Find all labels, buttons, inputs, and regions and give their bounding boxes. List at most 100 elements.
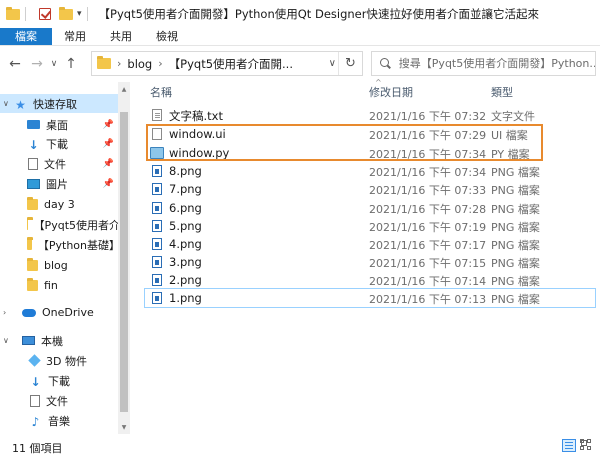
sidebar-item-pc-documents[interactable]: 文件: [0, 391, 120, 410]
breadcrumb-blog[interactable]: blog: [127, 57, 152, 71]
sidebar-scrollbar-thumb[interactable]: [120, 112, 128, 412]
column-date[interactable]: 修改日期: [369, 84, 413, 100]
sidebar-item-documents[interactable]: 文件 📌: [0, 154, 120, 173]
quick-access-dropdown-icon[interactable]: ▾: [77, 9, 82, 19]
chevron-right-icon[interactable]: ›: [158, 57, 162, 70]
grid-cell: [580, 446, 584, 450]
sidebar-item-blog[interactable]: blog: [0, 256, 120, 275]
sidebar-item-label: 3D 物件: [46, 354, 87, 368]
tab-file[interactable]: 檔案: [0, 28, 52, 45]
sidebar-item-this-pc[interactable]: ∨ 本機: [0, 331, 120, 350]
window-title: 【Pyqt5使用者介面開發】Python使用Qt Designer快速拉好使用者…: [98, 7, 539, 21]
search-box[interactable]: [371, 51, 596, 76]
tab-share[interactable]: 共用: [98, 28, 144, 45]
address-dropdown-icon[interactable]: ∨: [329, 58, 336, 69]
sidebar-item-pyqt5[interactable]: 【Pyqt5使用者介: [0, 215, 120, 234]
recent-dropdown-icon[interactable]: ∨: [48, 59, 60, 69]
pin-icon[interactable]: 📌: [103, 179, 114, 189]
sidebar-item-label: day 3: [44, 198, 75, 211]
file-row-png[interactable]: 7.png 2021/1/16 下午 07:33 PNG 檔案: [145, 180, 595, 198]
image-file-icon: [152, 183, 162, 195]
sidebar-item-label: 【Python基礎】: [37, 238, 120, 252]
documents-icon: [30, 394, 40, 407]
folder-icon: [97, 56, 111, 69]
pin-icon[interactable]: 📌: [103, 120, 114, 130]
grid-cell: [587, 446, 591, 450]
scroll-up-icon[interactable]: ▲: [120, 86, 128, 93]
pin-icon[interactable]: 📌: [103, 139, 114, 149]
highlight-box: [146, 124, 543, 161]
file-row-png[interactable]: 1.png 2021/1/16 下午 07:13 PNG 檔案: [144, 288, 596, 308]
item-count: 11 個項目: [12, 442, 63, 455]
sidebar-item-pc-downloads[interactable]: ↓ 下載: [0, 371, 120, 390]
file-row-png[interactable]: 2.png 2021/1/16 下午 07:14 PNG 檔案: [145, 271, 595, 289]
sidebar-item-onedrive[interactable]: › OneDrive: [0, 303, 120, 322]
pictures-icon: [27, 178, 40, 189]
sidebar-item-label: fin: [44, 279, 58, 292]
up-arrow-icon[interactable]: ↑: [60, 56, 82, 72]
download-icon: ↓: [28, 137, 39, 152]
column-header: 名稱 ^ 修改日期 類型: [145, 78, 595, 100]
file-type: PNG 檔案: [491, 257, 540, 270]
properties-check-icon[interactable]: [39, 8, 51, 20]
folder-icon: [27, 237, 33, 250]
back-arrow-icon[interactable]: ←: [4, 56, 26, 72]
sidebar-item-3d-objects[interactable]: 3D 物件: [0, 351, 120, 370]
sidebar-item-downloads[interactable]: ↓ 下載 📌: [0, 134, 120, 153]
file-date: 2021/1/16 下午 07:19: [369, 221, 487, 234]
chevron-down-icon[interactable]: ∨: [3, 336, 9, 345]
divider: [86, 7, 88, 21]
sidebar-item-fin[interactable]: fin: [0, 276, 120, 295]
address-bar[interactable]: › blog › 【Pyqt5使用者介面開... ∨ ↻: [91, 51, 363, 76]
file-row-png[interactable]: 3.png 2021/1/16 下午 07:15 PNG 檔案: [145, 253, 595, 271]
file-type: PNG 檔案: [491, 275, 540, 288]
sidebar-item-music[interactable]: ♪ 音樂: [0, 411, 120, 430]
tab-view[interactable]: 檢視: [144, 28, 190, 45]
sidebar-item-day3[interactable]: day 3: [0, 195, 120, 214]
sidebar-item-label: blog: [44, 259, 68, 272]
column-name[interactable]: 名稱: [150, 84, 172, 100]
image-file-icon: [152, 202, 162, 214]
sidebar-item-python[interactable]: 【Python基礎】: [0, 235, 120, 254]
scroll-down-icon[interactable]: ▼: [120, 424, 128, 431]
chevron-down-icon[interactable]: ∨: [3, 99, 9, 108]
sidebar-item-desktop[interactable]: 桌面 📌: [0, 115, 120, 134]
file-type: 文字文件: [491, 110, 535, 123]
file-name: 6.png: [169, 201, 202, 215]
sidebar-item-pictures[interactable]: 圖片 📌: [0, 174, 120, 193]
breadcrumb-current[interactable]: 【Pyqt5使用者介面開...: [169, 56, 293, 72]
chevron-right-icon[interactable]: ›: [117, 57, 121, 70]
file-name: 3.png: [169, 255, 202, 269]
chevron-right-icon[interactable]: ›: [3, 308, 6, 317]
documents-icon: [28, 157, 38, 170]
file-name: 4.png: [169, 237, 202, 251]
pin-icon[interactable]: 📌: [103, 159, 114, 169]
refresh-icon[interactable]: ↻: [338, 52, 362, 75]
title-bar: ▾ 【Pyqt5使用者介面開發】Python使用Qt Designer快速拉好使…: [0, 0, 600, 28]
large-icons-view-icon[interactable]: [580, 439, 593, 452]
file-row-txt[interactable]: 文字稿.txt 2021/1/16 下午 07:32 文字文件: [145, 106, 595, 124]
file-row-png[interactable]: 8.png 2021/1/16 下午 07:34 PNG 檔案: [145, 162, 595, 180]
folder-icon: [27, 258, 38, 271]
folder-icon: [6, 6, 20, 20]
sidebar-item-label: 桌面: [46, 118, 68, 132]
divider: [25, 7, 26, 21]
forward-arrow-icon[interactable]: →: [26, 56, 48, 72]
sidebar-item-label: 文件: [44, 157, 66, 171]
grid-cell: [587, 439, 591, 443]
column-type[interactable]: 類型: [491, 84, 513, 100]
image-file-icon: [152, 256, 162, 268]
file-row-png[interactable]: 5.png 2021/1/16 下午 07:19 PNG 檔案: [145, 217, 595, 235]
file-row-png[interactable]: 4.png 2021/1/16 下午 07:17 PNG 檔案: [145, 235, 595, 253]
sidebar-item-label: 【Pyqt5使用者介: [33, 218, 120, 232]
image-file-icon: [152, 165, 162, 177]
folder-icon: [27, 217, 31, 230]
file-row-png[interactable]: 6.png 2021/1/16 下午 07:28 PNG 檔案: [145, 199, 595, 217]
computer-icon: [22, 336, 35, 345]
search-input[interactable]: [398, 57, 595, 70]
tab-home[interactable]: 常用: [52, 28, 98, 45]
sidebar-item-quick-access[interactable]: ∨ ★ 快速存取: [0, 94, 120, 113]
new-folder-icon[interactable]: [59, 6, 73, 20]
file-type: PNG 檔案: [491, 166, 540, 179]
details-view-icon[interactable]: [562, 439, 576, 452]
